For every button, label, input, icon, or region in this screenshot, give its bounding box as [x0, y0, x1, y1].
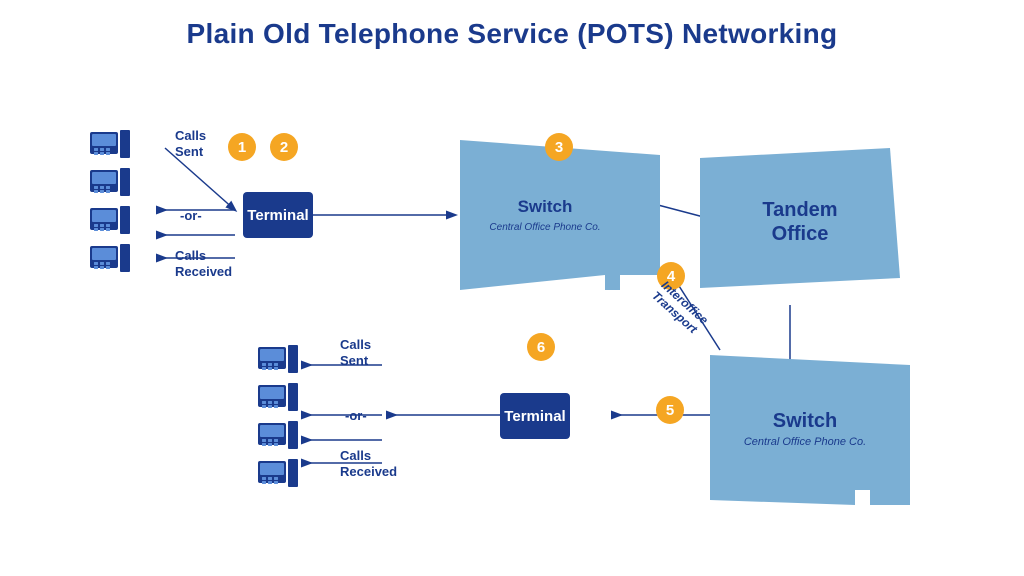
- phone-icon-1: [90, 130, 130, 162]
- svg-text:Central Office Phone Co.: Central Office Phone Co.: [744, 436, 866, 448]
- phone-icon-4: [90, 244, 130, 276]
- calls-received-top-label: CallsReceived: [175, 248, 232, 279]
- top-phone-group: [90, 130, 130, 276]
- terminal2-box: Terminal: [500, 393, 570, 439]
- phone-icon-7: [258, 421, 298, 453]
- tandem-shape: Tandem Office: [700, 148, 900, 288]
- phone-icon-2: [90, 168, 130, 200]
- badge-2: 2: [270, 133, 298, 161]
- terminal1-box: Terminal: [243, 192, 313, 238]
- calls-sent-bottom-label: CallsSent: [340, 337, 371, 368]
- phone-icon-8: [258, 459, 298, 491]
- svg-text:Central Office Phone Co.: Central Office Phone Co.: [489, 222, 600, 233]
- calls-sent-top-label: CallsSent: [175, 128, 206, 159]
- svg-text:Switch: Switch: [773, 410, 837, 432]
- svg-text:Office: Office: [772, 223, 829, 245]
- badge-5: 5: [656, 396, 684, 424]
- bottom-phone-group: [258, 345, 298, 491]
- badge-3: 3: [545, 133, 573, 161]
- badge-1: 1: [228, 133, 256, 161]
- or-bottom-label: -or-: [345, 408, 367, 424]
- calls-received-bottom-label: CallsReceived: [340, 448, 397, 479]
- or-top-label: -or-: [180, 208, 202, 224]
- phone-icon-6: [258, 383, 298, 415]
- phone-icon-5: [258, 345, 298, 377]
- switch1-shape: Switch Central Office Phone Co.: [450, 140, 670, 290]
- page-title: Plain Old Telephone Service (POTS) Netwo…: [0, 0, 1024, 50]
- svg-text:Switch: Switch: [518, 197, 573, 216]
- badge-6: 6: [527, 333, 555, 361]
- phone-icon-3: [90, 206, 130, 238]
- diagram: Plain Old Telephone Service (POTS) Netwo…: [0, 0, 1024, 576]
- svg-text:Tandem: Tandem: [762, 199, 837, 221]
- switch2-shape: Switch Central Office Phone Co.: [700, 355, 920, 505]
